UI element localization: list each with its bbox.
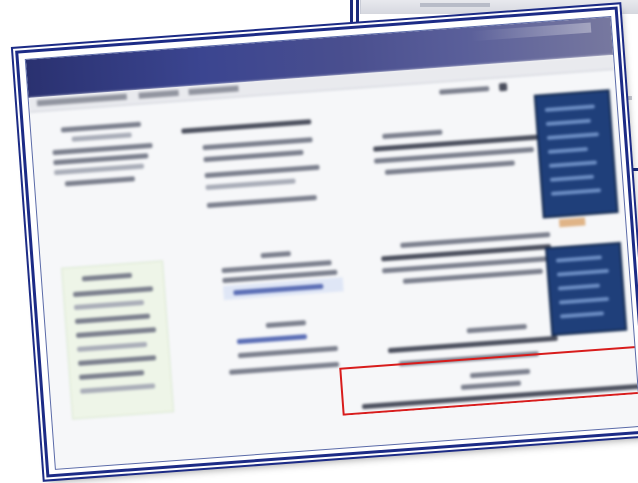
blurred-screenshot bbox=[24, 15, 638, 470]
right-sidebar-panel bbox=[533, 89, 619, 219]
left-column bbox=[41, 120, 183, 428]
screenshot-frame bbox=[15, 6, 638, 478]
middle-column bbox=[181, 118, 349, 378]
blurred-text bbox=[439, 86, 490, 95]
blurred-icon bbox=[498, 82, 508, 92]
right-sidebar-panel bbox=[544, 241, 628, 337]
orange-accent bbox=[558, 217, 586, 228]
background-window-text bbox=[420, 3, 490, 7]
right-column bbox=[352, 122, 570, 386]
